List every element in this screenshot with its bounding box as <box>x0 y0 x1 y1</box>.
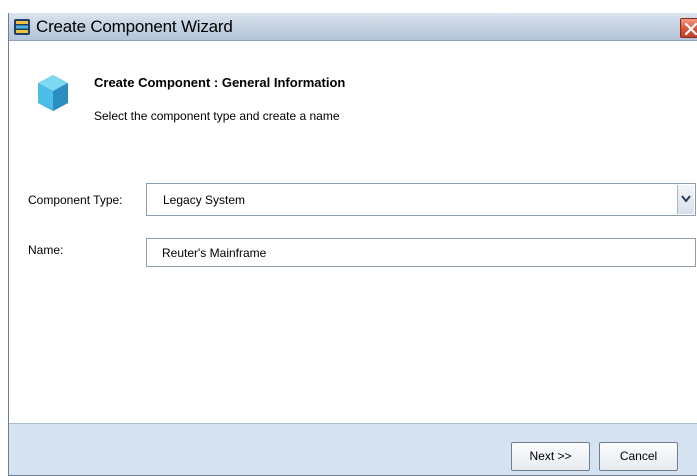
name-input[interactable] <box>146 238 696 267</box>
app-icon <box>13 18 31 36</box>
component-cube-icon <box>36 73 70 113</box>
window-title: Create Component Wizard <box>36 17 233 36</box>
component-type-value: Legacy System <box>163 193 246 207</box>
close-button[interactable] <box>680 18 697 38</box>
wizard-window: Create Component Wizard Create Component… <box>8 13 697 476</box>
component-type-label: Component Type: <box>28 193 123 207</box>
title-bar[interactable]: Create Component Wizard <box>9 13 697 41</box>
name-label: Name: <box>28 243 64 257</box>
page-subtitle: Select the component type and create a n… <box>94 109 340 123</box>
component-type-select[interactable]: Legacy System <box>146 183 696 216</box>
next-button[interactable]: Next >> <box>511 442 590 471</box>
close-icon <box>684 22 697 36</box>
dropdown-button[interactable] <box>677 185 694 214</box>
button-bar: Next >> Cancel <box>9 423 697 475</box>
chevron-down-icon <box>681 195 691 203</box>
cancel-button[interactable]: Cancel <box>599 442 678 471</box>
page-title: Create Component : General Information <box>94 75 346 90</box>
